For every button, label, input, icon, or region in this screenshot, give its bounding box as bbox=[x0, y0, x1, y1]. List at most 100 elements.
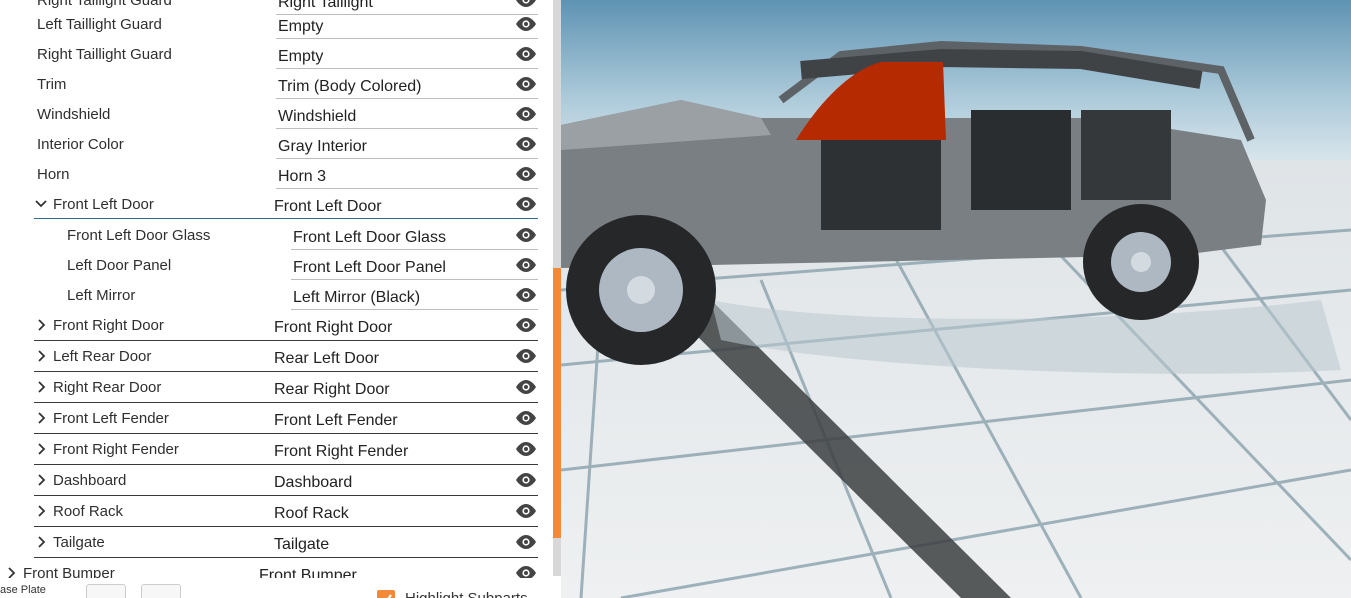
panel-footer: ase Plate Highlight Subparts bbox=[0, 578, 553, 598]
chevron-right-icon[interactable] bbox=[34, 503, 48, 519]
group-divider bbox=[34, 557, 538, 558]
chevron-right-icon[interactable] bbox=[34, 441, 48, 457]
interior-seats-rear bbox=[971, 110, 1071, 210]
eye-icon[interactable] bbox=[514, 166, 538, 182]
parts-group-front-left-door[interactable]: Front Left Door Front Left Door bbox=[0, 190, 545, 220]
part-label: Windshield bbox=[37, 106, 111, 123]
part-group-label: Roof Rack bbox=[53, 503, 124, 520]
part-group-label: Left Rear Door bbox=[53, 348, 152, 365]
part-select[interactable]: Left Mirror (Black) bbox=[291, 285, 538, 310]
part-select[interactable]: Windshield bbox=[276, 104, 538, 129]
part-select-value: Left Mirror (Black) bbox=[293, 289, 421, 306]
part-select-value: Rear Right Door bbox=[274, 381, 390, 398]
part-group-label: Front Right Fender bbox=[53, 441, 179, 458]
parts-subrow-front-left-door-glass[interactable]: Front Left Door Glass Front Left Door Gl… bbox=[0, 221, 545, 251]
chevron-right-icon[interactable] bbox=[34, 379, 48, 395]
part-select[interactable]: Trim (Body Colored) bbox=[276, 74, 538, 99]
chevron-right-icon[interactable] bbox=[34, 534, 48, 550]
front-wheel-hub bbox=[627, 276, 655, 304]
parts-row-windshield[interactable]: Windshield Windshield bbox=[0, 100, 545, 130]
group-divider bbox=[34, 371, 538, 372]
parts-group-front-right-door[interactable]: Front Right Door Front Right Door bbox=[0, 311, 545, 341]
check-icon bbox=[387, 594, 392, 598]
panel-scrollbar-thumb[interactable] bbox=[553, 268, 561, 538]
parts-row-horn[interactable]: Horn Horn 3 bbox=[0, 160, 545, 190]
eye-icon[interactable] bbox=[514, 0, 538, 8]
eye-icon[interactable] bbox=[514, 441, 538, 457]
part-select[interactable]: Front Left Door bbox=[272, 194, 538, 219]
part-select[interactable]: Front Right Fender bbox=[272, 439, 538, 463]
part-select-value: Empty bbox=[278, 18, 324, 35]
part-select[interactable]: Front Left Fender bbox=[272, 408, 538, 432]
part-select[interactable]: Empty bbox=[276, 14, 538, 39]
part-group-label: Front Right Door bbox=[53, 317, 164, 334]
parts-group-dashboard[interactable]: Dashboard Dashboard bbox=[0, 466, 545, 496]
part-select[interactable]: Rear Right Door bbox=[272, 377, 538, 401]
parts-row-right-taillight-guard[interactable]: Right Taillight Guard Empty bbox=[0, 40, 545, 70]
chevron-down-icon[interactable] bbox=[34, 196, 48, 212]
part-select-value: Front Right Door bbox=[274, 319, 393, 336]
part-select[interactable]: Front Left Door Glass bbox=[291, 225, 538, 250]
eye-icon[interactable] bbox=[514, 196, 538, 212]
parts-group-roof-rack[interactable]: Roof Rack Roof Rack bbox=[0, 497, 545, 527]
license-plate-input[interactable] bbox=[86, 584, 126, 598]
part-select[interactable]: Rear Left Door bbox=[272, 346, 538, 370]
eye-icon[interactable] bbox=[514, 257, 538, 273]
eye-icon[interactable] bbox=[514, 472, 538, 488]
eye-icon[interactable] bbox=[514, 76, 538, 92]
parts-group-left-rear-door[interactable]: Left Rear Door Rear Left Door bbox=[0, 342, 545, 372]
interior-seats-third bbox=[1081, 110, 1171, 200]
group-underline bbox=[34, 218, 538, 219]
parts-group-tailgate[interactable]: Tailgate Tailgate bbox=[0, 528, 545, 558]
highlight-subparts-label: Highlight Subparts bbox=[405, 590, 528, 598]
group-divider bbox=[34, 402, 538, 403]
parts-group-front-left-fender[interactable]: Front Left Fender Front Left Fender bbox=[0, 404, 545, 434]
part-select[interactable]: Gray Interior bbox=[276, 134, 538, 159]
group-divider bbox=[34, 340, 538, 341]
part-select-value: Front Left Door Glass bbox=[293, 229, 446, 246]
eye-icon[interactable] bbox=[514, 287, 538, 303]
parts-row-left-taillight-guard[interactable]: Left Taillight Guard Empty bbox=[0, 10, 545, 40]
part-select[interactable]: Horn 3 bbox=[276, 164, 538, 189]
eye-icon[interactable] bbox=[514, 410, 538, 426]
subpart-label: Left Door Panel bbox=[67, 257, 172, 274]
parts-group-right-rear-door[interactable]: Right Rear Door Rear Right Door bbox=[0, 373, 545, 403]
chevron-right-icon[interactable] bbox=[34, 410, 48, 426]
eye-icon[interactable] bbox=[514, 46, 538, 62]
eye-icon[interactable] bbox=[514, 534, 538, 550]
eye-icon[interactable] bbox=[514, 503, 538, 519]
parts-subrow-left-mirror[interactable]: Left Mirror Left Mirror (Black) bbox=[0, 281, 545, 311]
group-divider bbox=[34, 433, 538, 434]
chevron-right-icon[interactable] bbox=[34, 472, 48, 488]
eye-icon[interactable] bbox=[514, 106, 538, 122]
part-group-label: Right Rear Door bbox=[53, 379, 162, 396]
part-select[interactable]: Dashboard bbox=[272, 470, 538, 494]
chevron-right-icon[interactable] bbox=[34, 317, 48, 333]
parts-group-front-right-fender[interactable]: Front Right Fender Front Right Fender bbox=[0, 435, 545, 465]
license-plate-button[interactable] bbox=[141, 584, 181, 598]
part-group-label: Tailgate bbox=[53, 534, 105, 551]
eye-icon[interactable] bbox=[514, 136, 538, 152]
parts-row-interior-color[interactable]: Interior Color Gray Interior bbox=[0, 130, 545, 160]
part-select[interactable]: Front Left Door Panel bbox=[291, 255, 538, 280]
part-select-value: Roof Rack bbox=[274, 505, 349, 522]
eye-icon[interactable] bbox=[514, 227, 538, 243]
eye-icon[interactable] bbox=[514, 348, 538, 364]
part-select-value: Front Left Fender bbox=[274, 412, 398, 429]
group-divider bbox=[34, 464, 538, 465]
parts-subrow-left-door-panel[interactable]: Left Door Panel Front Left Door Panel bbox=[0, 251, 545, 281]
chevron-right-icon[interactable] bbox=[34, 348, 48, 364]
part-select-value: Dashboard bbox=[274, 474, 353, 491]
vehicle-3d-viewport[interactable] bbox=[561, 0, 1351, 598]
part-select[interactable]: Tailgate bbox=[272, 532, 538, 556]
eye-icon[interactable] bbox=[514, 379, 538, 395]
parts-row-trim[interactable]: Trim Trim (Body Colored) bbox=[0, 70, 545, 100]
part-select[interactable]: Empty bbox=[276, 44, 538, 69]
part-select[interactable]: Roof Rack bbox=[272, 501, 538, 525]
part-select-value: Front Left Door Panel bbox=[293, 259, 446, 276]
eye-icon[interactable] bbox=[514, 16, 538, 32]
eye-icon[interactable] bbox=[514, 317, 538, 333]
highlight-subparts-checkbox[interactable] bbox=[377, 590, 395, 598]
part-select[interactable]: Front Right Door bbox=[272, 315, 538, 339]
part-label: Right Taillight Guard bbox=[37, 0, 172, 9]
